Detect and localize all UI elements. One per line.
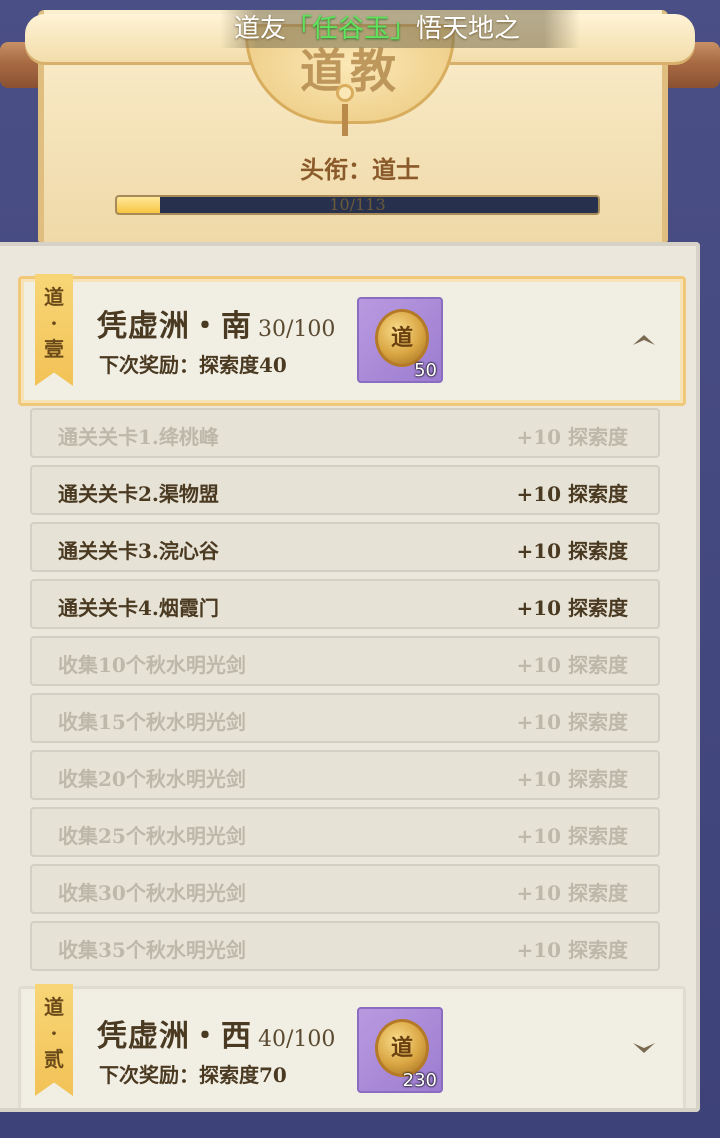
region-name: 凭虚洲・南 30/100 bbox=[97, 301, 335, 345]
task-label: 收集35个秋水明光剑 bbox=[58, 938, 246, 962]
task-points: +10 探索度 bbox=[516, 425, 628, 449]
task-label: 通关关卡1.绛桃峰 bbox=[58, 425, 219, 449]
task-row[interactable]: 收集15个秋水明光剑 +10 探索度 bbox=[30, 693, 660, 743]
rank-title: 头衔：道士 bbox=[300, 155, 420, 184]
task-points: +10 探索度 bbox=[516, 767, 628, 791]
task-label: 收集15个秋水明光剑 bbox=[58, 710, 246, 734]
reward-count: 50 bbox=[414, 360, 437, 381]
section-ribbon: 道 · 贰 bbox=[35, 984, 73, 1096]
reward-item[interactable]: 道 230 bbox=[357, 1007, 443, 1093]
task-label: 收集20个秋水明光剑 bbox=[58, 767, 246, 791]
region-section-west[interactable]: 道 · 贰 凭虚洲・西 40/100 下次奖励：探索度70 道 230 bbox=[18, 984, 686, 1108]
next-reward-text: 下次奖励：探索度40 bbox=[99, 353, 287, 377]
scrolling-banner: 道友「任谷玉」悟天地之 bbox=[220, 10, 580, 48]
reward-item[interactable]: 道 50 bbox=[357, 297, 443, 383]
rank-progress-bar: 10/113 bbox=[115, 195, 600, 215]
exploration-panel: 道 · 壹 凭虚洲・南 30/100 下次奖励：探索度40 道 50 通关关卡1.绛桃… bbox=[0, 242, 700, 1112]
task-points: +10 探索度 bbox=[516, 653, 628, 677]
progress-text: 10/113 bbox=[329, 195, 386, 214]
task-row[interactable]: 通关关卡3.浣心谷 +10 探索度 bbox=[30, 522, 660, 572]
knot-icon bbox=[336, 84, 354, 102]
region-progress: 30/100 bbox=[258, 317, 336, 342]
task-points: +10 探索度 bbox=[516, 881, 628, 905]
task-label: 通关关卡2.渠物盟 bbox=[58, 482, 219, 506]
task-points: +10 探索度 bbox=[516, 938, 628, 962]
task-label: 收集10个秋水明光剑 bbox=[58, 653, 246, 677]
dao-coin-icon: 道 bbox=[375, 1019, 429, 1077]
ribbon-text: 道 · 壹 bbox=[44, 285, 64, 361]
region-section-south[interactable]: 道 · 壹 凭虚洲・南 30/100 下次奖励：探索度40 道 50 bbox=[18, 274, 686, 406]
task-points: +10 探索度 bbox=[516, 710, 628, 734]
task-points: +10 探索度 bbox=[516, 824, 628, 848]
task-label: 通关关卡3.浣心谷 bbox=[58, 539, 219, 563]
task-row[interactable]: 收集35个秋水明光剑 +10 探索度 bbox=[30, 921, 660, 971]
banner-prefix: 道友 bbox=[234, 14, 287, 44]
region-name: 凭虚洲・西 40/100 bbox=[97, 1011, 335, 1055]
task-row[interactable]: 收集20个秋水明光剑 +10 探索度 bbox=[30, 750, 660, 800]
task-row[interactable]: 收集25个秋水明光剑 +10 探索度 bbox=[30, 807, 660, 857]
task-points: +10 探索度 bbox=[516, 596, 628, 620]
task-label: 收集30个秋水明光剑 bbox=[58, 881, 246, 905]
task-row[interactable]: 通关关卡4.烟霞门 +10 探索度 bbox=[30, 579, 660, 629]
banner-player-name: 「任谷玉」 bbox=[286, 14, 417, 44]
next-reward-text: 下次奖励：探索度70 bbox=[99, 1063, 287, 1087]
chevron-down-icon[interactable] bbox=[629, 1039, 659, 1059]
task-row[interactable]: 通关关卡2.渠物盟 +10 探索度 bbox=[30, 465, 660, 515]
task-points: +10 探索度 bbox=[516, 482, 628, 506]
region-progress: 40/100 bbox=[258, 1027, 336, 1052]
reward-count: 230 bbox=[402, 1070, 437, 1091]
region-name-text: 凭虚洲・西 bbox=[97, 1019, 252, 1054]
task-row[interactable]: 通关关卡1.绛桃峰 +10 探索度 bbox=[30, 408, 660, 458]
region-name-text: 凭虚洲・南 bbox=[97, 309, 252, 344]
section-ribbon: 道 · 壹 bbox=[35, 274, 73, 386]
dao-coin-icon: 道 bbox=[375, 309, 429, 367]
task-points: +10 探索度 bbox=[516, 539, 628, 563]
task-row[interactable]: 收集10个秋水明光剑 +10 探索度 bbox=[30, 636, 660, 686]
tassel-icon bbox=[342, 104, 348, 136]
chevron-up-icon[interactable] bbox=[629, 329, 659, 349]
task-label: 通关关卡4.烟霞门 bbox=[58, 596, 219, 620]
banner-suffix: 悟天地之 bbox=[416, 14, 521, 44]
task-label: 收集25个秋水明光剑 bbox=[58, 824, 246, 848]
task-row[interactable]: 收集30个秋水明光剑 +10 探索度 bbox=[30, 864, 660, 914]
ribbon-text: 道 · 贰 bbox=[44, 995, 64, 1071]
